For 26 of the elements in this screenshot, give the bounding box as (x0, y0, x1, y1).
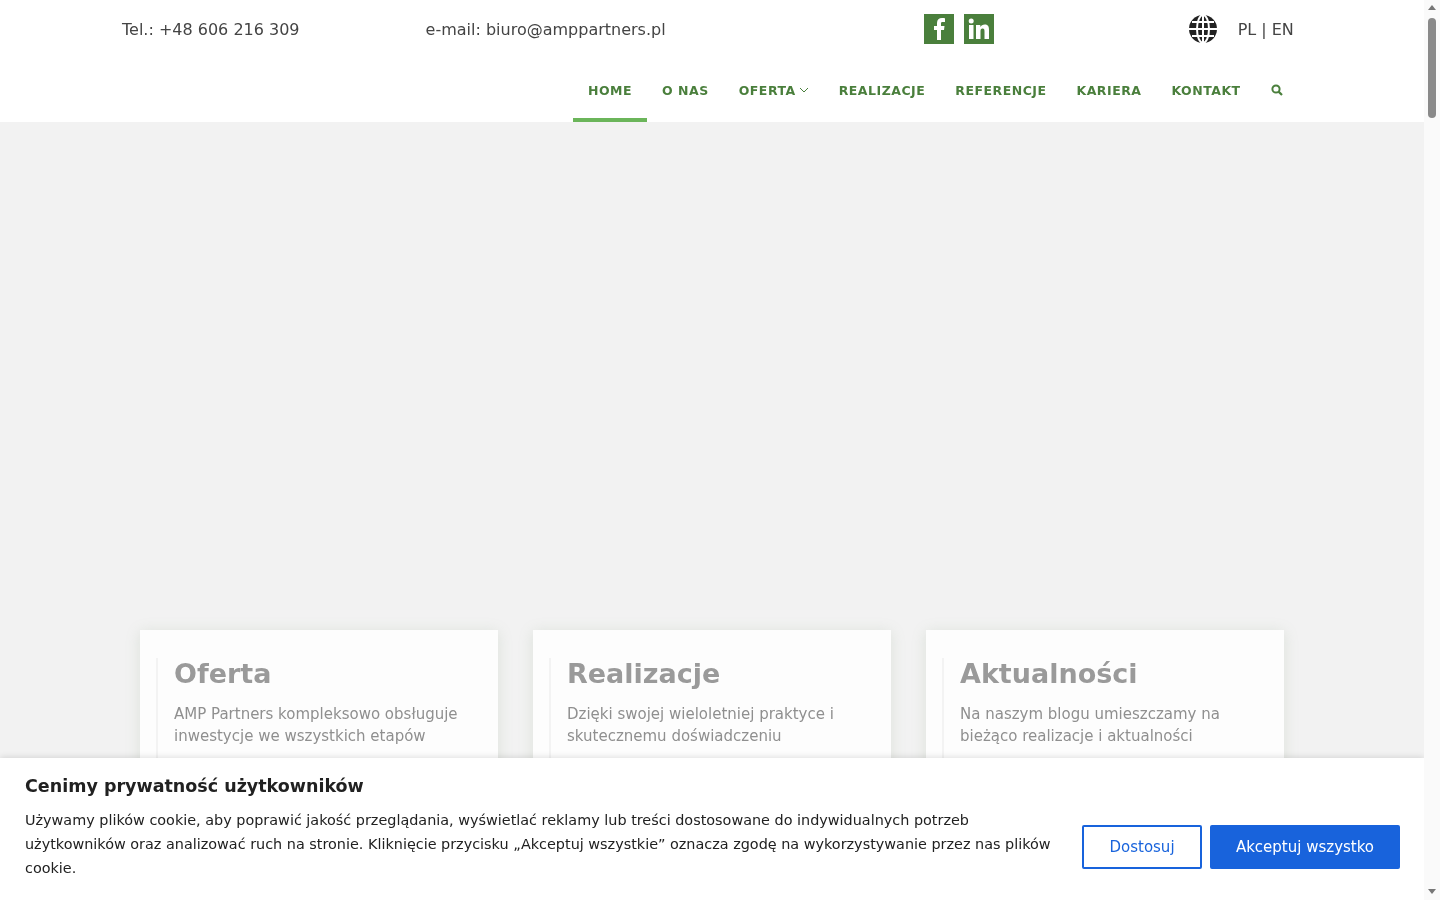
nav-tab[interactable]: REALIZACJE (823, 58, 941, 122)
language-switcher[interactable]: PL | EN (1237, 19, 1294, 39)
card-title: Oferta (174, 658, 273, 689)
card-text: AMP Partners kompleksowo obsługuje inwestycje we wszystkich etapów (174, 704, 459, 747)
nav-tab[interactable]: KARIERA (1061, 58, 1157, 122)
customize-button[interactable]: Dostosuj (1082, 825, 1202, 869)
cookie-notice-text: Używamy plików cookie, aby poprawić jakość przeglądania, wyświetlać reklamy lub treści dostosowane do indywidualnych potrzeb użytkowników oraz analizować ruch na stronie. Kliknięcie przycisku „Akceptuj wszystkie” oznacza zgodę na wykorzystywanie przez nas plików cookie. (25, 811, 1052, 878)
scroll-down-icon[interactable] (1428, 889, 1436, 895)
nav-tab[interactable]: REFERENCJE (940, 58, 1062, 122)
scrollbar-thumb[interactable] (1428, 18, 1436, 118)
accept-all-button[interactable]: Akceptuj wszystko (1210, 825, 1400, 869)
nav-tab[interactable]: OFERTA (723, 58, 824, 122)
nav-tab[interactable]: HOME (573, 58, 648, 122)
nav-tab[interactable]: KONTAKT (1156, 58, 1256, 122)
email-address: e-mail: biuro@amppartners.pl (425, 19, 666, 39)
facebook-icon[interactable] (923, 14, 954, 44)
card-text: Na naszym blogu umieszczamy na bieżąco realizacje i aktualności (960, 704, 1221, 747)
banner-title: Cenimy prywatność użytkowników (25, 776, 365, 796)
card-text: Dzięki swojej wieloletniej praktyce i skutecznemu doświadczeniu (567, 704, 835, 747)
globe-icon[interactable] (1187, 14, 1218, 44)
linkedin-icon[interactable] (963, 14, 994, 44)
card-title: Realizacje (567, 658, 722, 689)
phone-number: Tel.: +48 606 216 309 (122, 19, 300, 39)
nav-tab[interactable]: O NAS (647, 58, 724, 122)
scroll-up-icon[interactable] (1428, 4, 1436, 10)
card-title: Aktualności (960, 658, 1139, 689)
